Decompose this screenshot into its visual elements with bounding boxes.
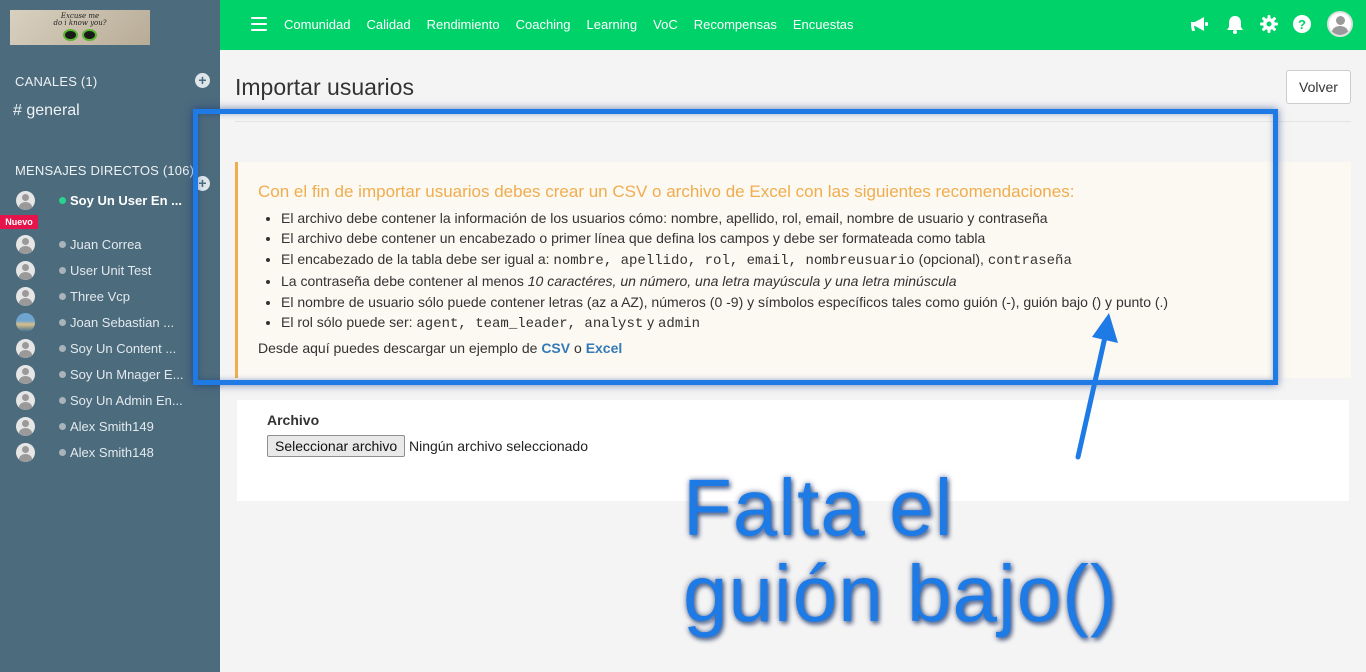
nav-recompensas[interactable]: Recompensas <box>694 17 777 32</box>
annotation-line-1: Falta el <box>683 463 954 552</box>
dm-name: User Unit Test <box>70 262 152 278</box>
app-logo[interactable]: Excuse me do i know you? <box>10 10 150 45</box>
dm-name: Alex Smith148 <box>70 444 154 460</box>
dm-name: Juan Correa <box>70 236 142 252</box>
avatar <box>16 416 35 436</box>
dm-name: Alex Smith149 <box>70 418 154 434</box>
avatar <box>16 390 35 410</box>
menu-icon[interactable] <box>251 17 267 31</box>
channel-general[interactable]: # general <box>13 102 80 120</box>
file-status: Ningún archivo seleccionado <box>409 438 588 454</box>
gear-icon[interactable] <box>1259 14 1279 34</box>
bell-icon[interactable] <box>1225 14 1245 34</box>
dm-name: Soy Un Content ... <box>70 340 177 356</box>
dm-item[interactable]: Juan Correa <box>16 233 216 255</box>
offline-status-dot <box>59 448 66 456</box>
avatar <box>16 260 35 280</box>
avatar <box>16 234 35 254</box>
dm-item[interactable]: Three Vcp <box>16 285 216 307</box>
dm-item[interactable]: Soy Un Admin En... <box>16 389 216 411</box>
main-nav: Comunidad Calidad Rendimiento Coaching L… <box>284 17 870 32</box>
nav-rendimiento[interactable]: Rendimiento <box>427 17 500 32</box>
page-title: Importar usuarios <box>235 74 414 100</box>
help-icon[interactable]: ? <box>1292 14 1312 34</box>
offline-status-dot <box>59 266 66 274</box>
dm-item[interactable]: Alex Smith148 <box>16 441 216 463</box>
avatar <box>16 286 35 306</box>
top-navbar: Comunidad Calidad Rendimiento Coaching L… <box>220 0 1366 50</box>
channels-header: CANALES (1) <box>15 74 98 89</box>
annotation-line-2: guión bajo() <box>683 549 1118 638</box>
offline-status-dot <box>59 396 66 404</box>
add-channel-icon[interactable]: + <box>195 73 210 88</box>
nav-calidad[interactable]: Calidad <box>367 17 411 32</box>
avatar <box>16 442 35 462</box>
dm-item[interactable]: User Unit Test <box>16 259 216 281</box>
avatar <box>16 190 35 210</box>
choose-file-button[interactable]: Seleccionar archivo <box>267 435 406 457</box>
nav-voc[interactable]: VoC <box>653 17 678 32</box>
avatar <box>16 338 35 358</box>
annotation-text: Falta el guión bajo() <box>683 465 1118 637</box>
annotation-arrow-icon <box>1075 313 1118 460</box>
dm-item[interactable]: Soy Un Mnager E... <box>16 363 216 385</box>
dm-name: Three Vcp <box>70 288 130 304</box>
avatar <box>16 312 35 332</box>
online-status-dot <box>59 196 66 204</box>
dm-item[interactable]: Joan Sebastian ... <box>16 311 216 333</box>
direct-messages-header: MENSAJES DIRECTOS (106) <box>15 163 195 178</box>
avatar <box>16 364 35 384</box>
svg-text:?: ? <box>1298 17 1306 32</box>
dm-name: Joan Sebastian ... <box>70 314 175 330</box>
user-avatar[interactable] <box>1327 11 1353 37</box>
offline-status-dot <box>59 370 66 378</box>
back-button[interactable]: Volver <box>1286 70 1351 104</box>
offline-status-dot <box>59 344 66 352</box>
dm-item[interactable]: Alex Smith149 <box>16 415 216 437</box>
file-label: Archivo <box>267 412 320 428</box>
sidebar: Excuse me do i know you? CANALES (1) + #… <box>0 0 220 672</box>
nav-comunidad[interactable]: Comunidad <box>284 17 351 32</box>
logo-text-line2: do i know you? <box>53 19 107 27</box>
nav-learning[interactable]: Learning <box>587 17 638 32</box>
offline-status-dot <box>59 422 66 430</box>
dm-name: Soy Un Mnager E... <box>70 366 184 382</box>
dm-name: Soy Un User En ... <box>70 192 182 208</box>
new-badge: Nuevo <box>0 215 38 229</box>
dm-item[interactable]: Soy Un Content ... <box>16 337 216 359</box>
offline-status-dot <box>59 292 66 300</box>
nav-encuestas[interactable]: Encuestas <box>793 17 854 32</box>
offline-status-dot <box>59 318 66 326</box>
megaphone-icon[interactable] <box>1189 14 1209 34</box>
offline-status-dot <box>59 240 66 248</box>
nav-coaching[interactable]: Coaching <box>516 17 571 32</box>
dm-name: Soy Un Admin En... <box>70 392 183 408</box>
glasses-icon <box>63 28 97 42</box>
dm-item[interactable]: Soy Un User En ... <box>16 189 216 211</box>
